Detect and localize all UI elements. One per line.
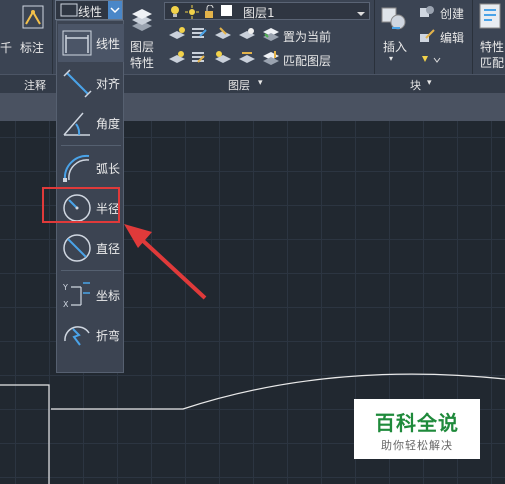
menu-item-arc-length[interactable]: 弧长 [58,149,124,187]
layer-properties-icon[interactable] [128,4,156,34]
properties-icon[interactable] [478,2,505,34]
diameter-icon [63,234,91,262]
match-layer-label[interactable]: 匹配图层 [283,52,331,69]
set-current-label[interactable]: 置为当前 [283,28,331,45]
menu-item-ordinate[interactable]: YX 坐标 [58,276,124,314]
layer-tool-icon[interactable] [214,50,232,70]
panel-layers-title[interactable]: 图层 [228,77,250,93]
layer-combo-value: 图层1 [243,6,275,20]
menu-item-diameter[interactable]: 直径 [58,229,124,267]
edit-block-icon[interactable] [418,28,436,48]
menu-item-label: 弧长 [96,162,121,176]
bulb-icon [169,4,181,23]
watermark-title: 百科全说 [375,411,459,435]
layer-combo[interactable]: 图层1 [164,2,370,20]
layer-properties-label[interactable]: 图层 特性 [130,39,154,71]
create-block-icon[interactable] [418,4,436,24]
panel-annotate-title[interactable]: 注释 [24,77,46,93]
match-layer-icon[interactable] [262,50,280,70]
menu-item-angular[interactable]: 角度 [58,104,124,142]
chevron-down-icon[interactable] [108,1,122,19]
layer-tool-icon[interactable] [190,26,208,46]
menu-item-label: 角度 [96,117,121,131]
color-swatch-icon [221,5,232,16]
layer-tool-icon[interactable] [214,26,232,46]
set-current-icon[interactable] [262,26,280,46]
panel-block-title[interactable]: 块 [410,77,421,93]
menu-item-aligned[interactable]: 对齐 [58,64,124,102]
menu-item-label: 直径 [96,242,121,256]
menu-item-jogged[interactable]: 折弯 [58,316,124,354]
chevron-down-icon[interactable] [355,5,367,24]
properties-label[interactable]: 特性 [480,38,504,55]
svg-text:X: X [63,300,69,309]
dim-style-combo[interactable]: 线性 [55,0,123,20]
annotate-label[interactable]: 标注 [20,39,44,56]
insert-icon[interactable] [378,2,408,34]
layer-tool-icon[interactable] [168,50,186,70]
sun-icon [185,4,199,23]
layer-tool-icon[interactable] [238,50,256,70]
watermark-logo: 百科全说 助你轻松解决 [354,399,480,459]
create-label[interactable]: 创建 [440,5,464,22]
edit-label[interactable]: 编辑 [440,29,464,46]
layer-tool-icon[interactable] [190,50,208,70]
radius-highlight-box [42,187,120,223]
menu-item-label: 线性 [96,37,121,51]
aligned-dim-icon [63,69,92,98]
menu-item-label: 坐标 [96,289,121,303]
menu-item-linear[interactable]: 线性 [58,24,124,62]
watermark-subtitle: 助你轻松解决 [381,439,453,452]
insert-dropdown-arrow[interactable]: ▾ [389,54,393,63]
match-label[interactable]: 匹配 [480,54,504,71]
chevron-down-icon[interactable]: ▾ [427,78,432,88]
jogged-icon [64,326,90,346]
annotate-icon[interactable] [20,4,46,34]
lock-open-icon [203,4,215,23]
block-attr-icon[interactable] [420,52,442,71]
angular-dim-icon [63,112,90,136]
layer-tool-icon[interactable] [168,26,186,46]
ordinate-icon: YX [62,282,90,309]
svg-text:Y: Y [62,283,68,292]
layer-tool-icon[interactable] [238,26,256,46]
insert-label[interactable]: 插入 [383,38,407,55]
dim-style-combo-value: 线性 [78,5,103,19]
chevron-down-icon[interactable]: ▾ [258,78,263,88]
menu-item-label: 折弯 [96,329,121,343]
arc-length-icon [63,154,90,182]
menu-item-label: 对齐 [96,77,121,91]
linear-dim-icon [62,30,92,56]
drawing-polyline [0,384,50,484]
ribbon-clipped-char: 千 [0,41,13,55]
